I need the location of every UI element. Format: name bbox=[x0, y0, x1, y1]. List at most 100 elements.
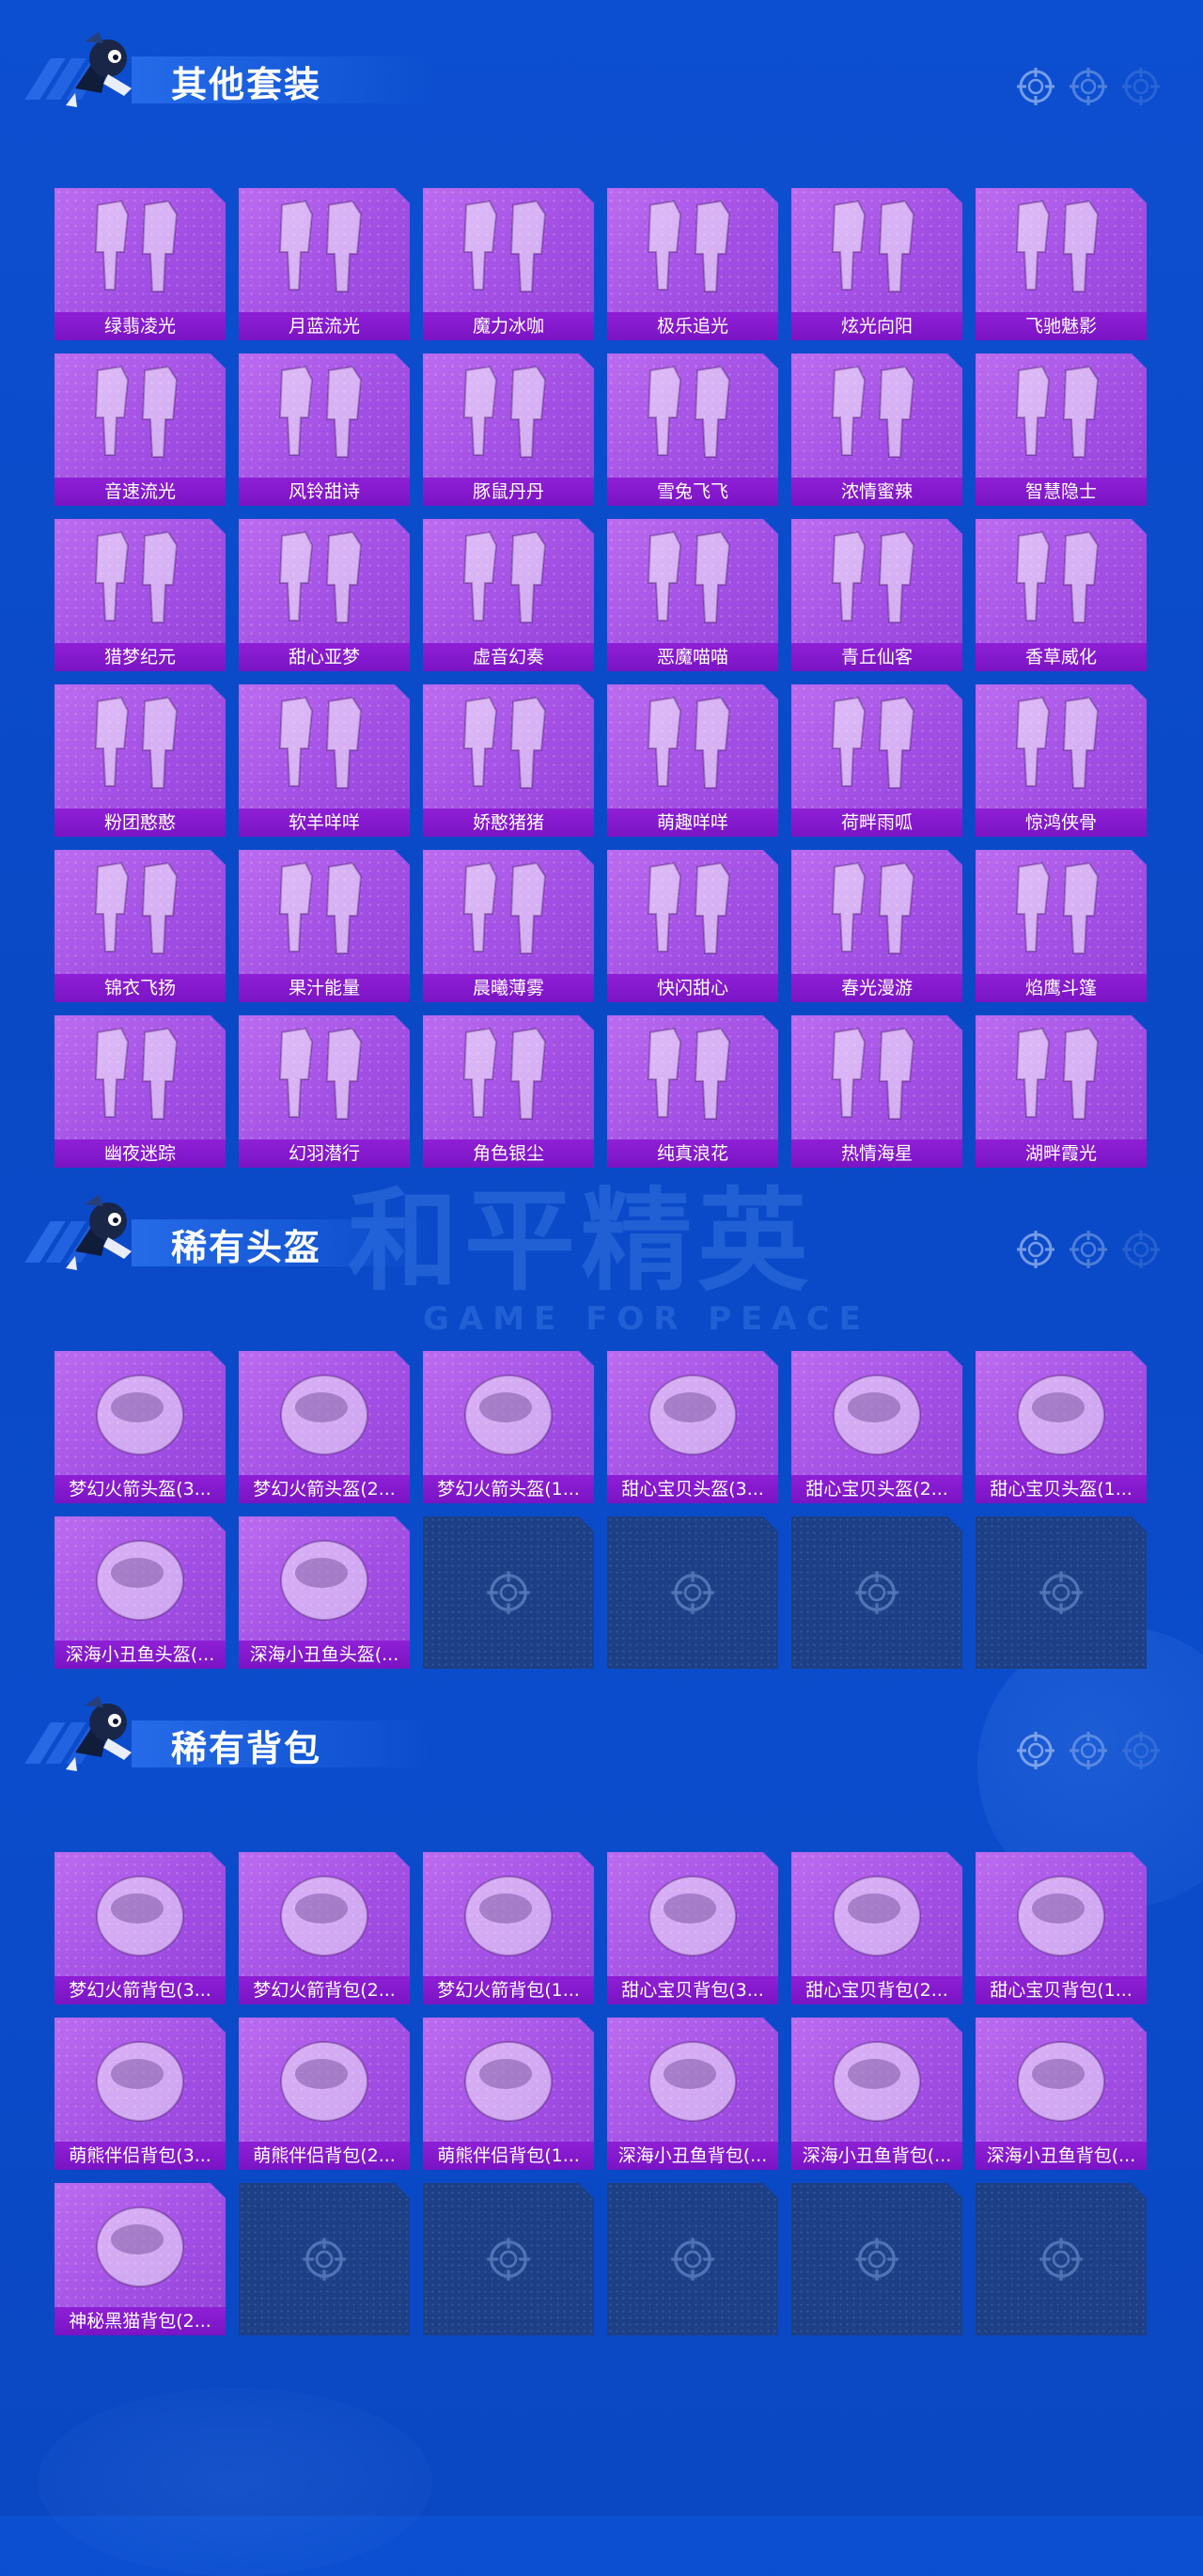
item-label: 梦幻火箭头盔(3... bbox=[55, 1475, 226, 1503]
item-card[interactable]: 萌熊伴侣背包(2... bbox=[239, 2018, 410, 2170]
item-label: 梦幻火箭背包(2... bbox=[239, 1976, 410, 2004]
item-label: 魔力冰咖 bbox=[423, 312, 594, 340]
item-card[interactable]: 神秘黑猫背包(2... bbox=[55, 2183, 226, 2335]
item-label: 深海小丑鱼背包(... bbox=[976, 2142, 1147, 2170]
item-card[interactable]: 青丘仙客 bbox=[791, 519, 962, 671]
item-card[interactable]: 深海小丑鱼背包(... bbox=[791, 2018, 962, 2170]
outfit-image bbox=[79, 692, 201, 801]
item-card[interactable]: 深海小丑鱼背包(... bbox=[607, 2018, 778, 2170]
item-label: 萌熊伴侣背包(1... bbox=[423, 2142, 594, 2170]
item-card[interactable]: 飞驰魅影 bbox=[976, 188, 1147, 340]
item-card[interactable]: 热情海星 bbox=[791, 1015, 962, 1168]
item-card[interactable]: 果汁能量 bbox=[239, 850, 410, 1002]
item-card[interactable]: 湖畔霞光 bbox=[976, 1015, 1147, 1168]
item-card[interactable]: 萌熊伴侣背包(3... bbox=[55, 2018, 226, 2170]
item-card[interactable]: 甜心亚梦 bbox=[239, 519, 410, 671]
item-card[interactable]: 深海小丑鱼头盔(... bbox=[55, 1516, 226, 1669]
item-card[interactable]: 甜心宝贝头盔(1... bbox=[976, 1351, 1147, 1503]
item-card[interactable]: 甜心宝贝背包(3... bbox=[607, 1852, 778, 2004]
item-card[interactable]: 春光漫游 bbox=[791, 850, 962, 1002]
item-card[interactable]: 月蓝流光 bbox=[239, 188, 410, 340]
item-label: 神秘黑猫背包(2... bbox=[55, 2307, 226, 2335]
backpack-image bbox=[263, 2025, 385, 2134]
item-card[interactable]: 甜心宝贝头盔(2... bbox=[791, 1351, 962, 1503]
item-card[interactable]: 深海小丑鱼背包(... bbox=[976, 2018, 1147, 2170]
outfit-image bbox=[632, 692, 754, 801]
item-label: 青丘仙客 bbox=[791, 643, 962, 671]
outfit-image bbox=[447, 196, 570, 305]
helmet-image bbox=[1000, 1359, 1122, 1468]
section-title: 其他套装 bbox=[171, 64, 322, 105]
item-label: 梦幻火箭背包(1... bbox=[423, 1976, 594, 2004]
crosshair-icon bbox=[1015, 66, 1056, 107]
item-card[interactable]: 萌趣咩咩 bbox=[607, 684, 778, 837]
item-label: 萌熊伴侣背包(3... bbox=[55, 2142, 226, 2170]
item-label: 深海小丑鱼头盔(... bbox=[55, 1641, 226, 1669]
section-header: 稀有背包 bbox=[24, 1683, 432, 1786]
item-card[interactable]: 纯真浪花 bbox=[607, 1015, 778, 1168]
empty-slot bbox=[423, 1516, 594, 1669]
item-label: 萌熊伴侣背包(2... bbox=[239, 2142, 410, 2170]
item-label: 飞驰魅影 bbox=[976, 312, 1147, 340]
item-label: 虚音幻奏 bbox=[423, 643, 594, 671]
outfit-image bbox=[79, 526, 201, 636]
item-card[interactable]: 锦衣飞扬 bbox=[55, 850, 226, 1002]
item-card[interactable]: 风铃甜诗 bbox=[239, 353, 410, 506]
item-label: 深海小丑鱼背包(... bbox=[791, 2142, 962, 2170]
outfit-image bbox=[447, 1023, 570, 1132]
item-label: 湖畔霞光 bbox=[976, 1139, 1147, 1168]
item-card[interactable]: 雪兔飞飞 bbox=[607, 353, 778, 506]
crosshair-icon bbox=[1038, 1569, 1085, 1616]
backpack-image bbox=[447, 2025, 570, 2134]
item-card[interactable]: 梦幻火箭头盔(2... bbox=[239, 1351, 410, 1503]
item-card[interactable]: 极乐追光 bbox=[607, 188, 778, 340]
item-card[interactable]: 甜心宝贝头盔(3... bbox=[607, 1351, 778, 1503]
item-card[interactable]: 浓情蜜辣 bbox=[791, 353, 962, 506]
item-card[interactable]: 虚音幻奏 bbox=[423, 519, 594, 671]
item-label: 春光漫游 bbox=[791, 974, 962, 1002]
item-card[interactable]: 粉团憨憨 bbox=[55, 684, 226, 837]
item-card[interactable]: 恶魔喵喵 bbox=[607, 519, 778, 671]
item-card[interactable]: 梦幻火箭背包(3... bbox=[55, 1852, 226, 2004]
item-card[interactable]: 幽夜迷踪 bbox=[55, 1015, 226, 1168]
item-card[interactable]: 绿翡凌光 bbox=[55, 188, 226, 340]
item-card[interactable]: 梦幻火箭背包(1... bbox=[423, 1852, 594, 2004]
empty-slot bbox=[976, 2183, 1147, 2335]
item-card[interactable]: 甜心宝贝背包(1... bbox=[976, 1852, 1147, 2004]
item-card[interactable]: 炫光向阳 bbox=[791, 188, 962, 340]
crosshair-icon bbox=[301, 2236, 348, 2283]
item-card[interactable]: 魔力冰咖 bbox=[423, 188, 594, 340]
item-card[interactable]: 荷畔雨呱 bbox=[791, 684, 962, 837]
item-label: 甜心宝贝头盔(3... bbox=[607, 1475, 778, 1503]
item-card[interactable]: 快闪甜心 bbox=[607, 850, 778, 1002]
item-card[interactable]: 焰鹰斗篷 bbox=[976, 850, 1147, 1002]
item-card[interactable]: 幻羽潜行 bbox=[239, 1015, 410, 1168]
item-card[interactable]: 惊鸿侠骨 bbox=[976, 684, 1147, 837]
backpack-image bbox=[816, 2025, 938, 2134]
outfit-image bbox=[263, 1023, 385, 1132]
outfit-image bbox=[263, 361, 385, 470]
item-card[interactable]: 萌熊伴侣背包(1... bbox=[423, 2018, 594, 2170]
item-card[interactable]: 软羊咩咩 bbox=[239, 684, 410, 837]
item-card[interactable]: 梦幻火箭头盔(1... bbox=[423, 1351, 594, 1503]
item-card[interactable]: 音速流光 bbox=[55, 353, 226, 506]
item-card[interactable]: 豚鼠丹丹 bbox=[423, 353, 594, 506]
item-card[interactable]: 猎梦纪元 bbox=[55, 519, 226, 671]
item-label: 焰鹰斗篷 bbox=[976, 974, 1147, 1002]
outfit-image bbox=[816, 196, 938, 305]
item-card[interactable]: 晨曦薄雾 bbox=[423, 850, 594, 1002]
outfit-image bbox=[447, 692, 570, 801]
item-card[interactable]: 梦幻火箭头盔(3... bbox=[55, 1351, 226, 1503]
backpack-image bbox=[447, 1860, 570, 1969]
item-label: 软羊咩咩 bbox=[239, 809, 410, 837]
item-label: 角色银尘 bbox=[423, 1139, 594, 1168]
section-3: 稀有背包梦幻火箭背包(3... 梦幻火箭背包(2... 梦幻火箭背包(1... 甜心宝… bbox=[0, 1683, 1203, 2335]
item-card[interactable]: 深海小丑鱼头盔(... bbox=[239, 1516, 410, 1669]
item-card[interactable]: 娇憨猪猪 bbox=[423, 684, 594, 837]
item-label: 锦衣飞扬 bbox=[55, 974, 226, 1002]
item-card[interactable]: 智慧隐士 bbox=[976, 353, 1147, 506]
item-card[interactable]: 香草威化 bbox=[976, 519, 1147, 671]
item-card[interactable]: 梦幻火箭背包(2... bbox=[239, 1852, 410, 2004]
item-card[interactable]: 角色银尘 bbox=[423, 1015, 594, 1168]
item-card[interactable]: 甜心宝贝背包(2... bbox=[791, 1852, 962, 2004]
